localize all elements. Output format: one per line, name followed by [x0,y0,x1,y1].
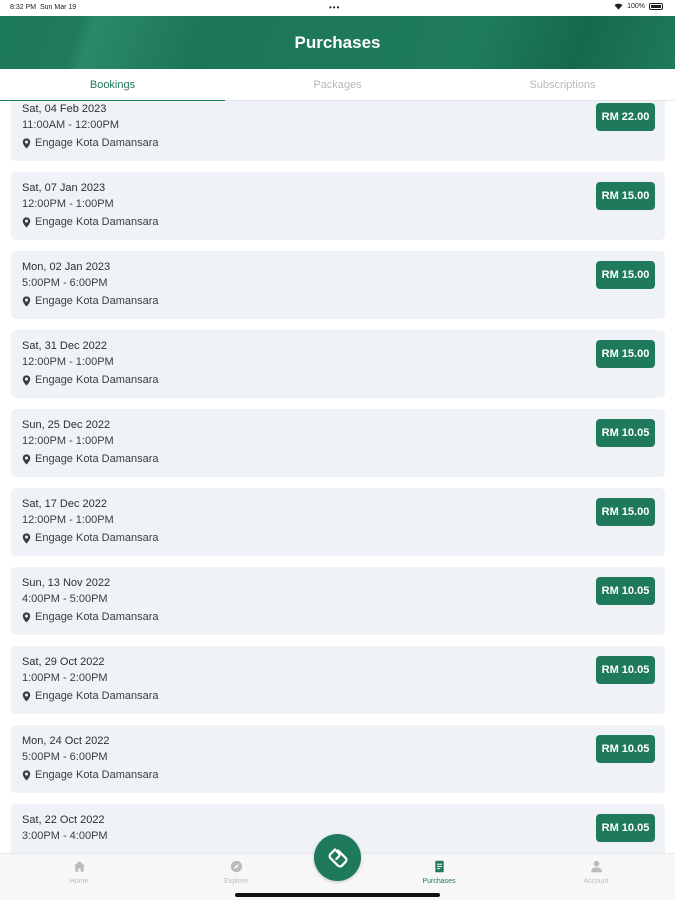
booking-venue: Engage Kota Damansara [35,216,159,228]
booking-time: 12:00PM - 1:00PM [22,198,114,210]
booking-date: Sun, 13 Nov 2022 [22,577,111,589]
location-pin-icon [22,532,31,544]
nav-label: Explore [224,878,248,885]
booking-date: Sat, 04 Feb 2023 [22,103,107,115]
booking-date: Sat, 31 Dec 2022 [22,340,108,352]
nav-label: Home [69,878,89,885]
booking-date: Sat, 17 Dec 2022 [22,498,108,510]
booking-venue-row: Engage Kota Damansara [22,690,159,702]
purchases-tabs: Bookings Packages Subscriptions [0,69,675,102]
app-header: Purchases [0,16,675,69]
page-title: Purchases [294,32,381,52]
nav-label: Account [583,878,609,885]
booking-venue-row: Engage Kota Damansara [22,295,159,307]
location-pin-icon [22,690,31,702]
booking-time: 3:00PM - 4:00PM [22,830,108,842]
booking-date: Mon, 24 Oct 2022 [22,735,110,747]
booking-card[interactable]: Sun, 25 Dec 2022 12:00PM - 1:00PM Engage… [11,409,665,477]
tab-bookings[interactable]: Bookings [0,69,225,102]
booking-date: Sat, 29 Oct 2022 [22,656,105,668]
booking-card[interactable]: Mon, 02 Jan 2023 5:00PM - 6:00PM Engage … [11,251,665,319]
nav-item-account[interactable]: Account [546,860,646,885]
nav-item-purchases[interactable]: Purchases [389,860,489,885]
booking-venue: Engage Kota Damansara [35,137,159,149]
location-pin-icon [22,769,31,781]
compass-icon [230,860,242,873]
home-indicator[interactable] [235,893,440,897]
brand-logo-icon [328,847,347,868]
booking-time: 12:00PM - 1:00PM [22,514,114,526]
nav-item-home[interactable]: Home [29,860,129,885]
booking-time: 12:00PM - 1:00PM [22,435,114,447]
booking-venue-row: Engage Kota Damansara [22,611,159,623]
price-badge: RM 10.05 [596,577,655,605]
status-bar: 8:32 PM Sun Mar 19 ••• 100% [0,0,675,16]
multitasking-dots[interactable]: ••• [329,3,340,12]
price-badge: RM 15.00 [596,182,655,210]
booking-venue: Engage Kota Damansara [35,532,159,544]
booking-venue: Engage Kota Damansara [35,690,159,702]
location-pin-icon [22,611,31,623]
price-badge: RM 10.05 [596,419,655,447]
booking-time: 5:00PM - 6:00PM [22,277,108,289]
booking-time: 5:00PM - 6:00PM [22,751,108,763]
booking-card[interactable]: Mon, 24 Oct 2022 5:00PM - 6:00PM Engage … [11,725,665,793]
booking-venue-row: Engage Kota Damansara [22,532,159,544]
booking-time: 12:00PM - 1:00PM [22,356,114,368]
booking-time: 1:00PM - 2:00PM [22,672,108,684]
nav-label: Purchases [422,878,456,885]
status-indicators: 100% [614,3,663,10]
booking-card[interactable]: Sat, 07 Jan 2023 12:00PM - 1:00PM Engage… [11,172,665,240]
booking-venue: Engage Kota Damansara [35,374,159,386]
location-pin-icon [22,295,31,307]
tab-packages[interactable]: Packages [225,69,450,101]
booking-date: Sat, 22 Oct 2022 [22,814,105,826]
location-pin-icon [22,137,31,149]
booking-venue: Engage Kota Damansara [35,295,159,307]
price-badge: RM 10.05 [596,814,655,842]
bookings-list[interactable]: Sat, 04 Feb 2023 11:00AM - 12:00PM Engag… [0,101,675,853]
receipt-icon [434,860,444,873]
location-pin-icon [22,216,31,228]
booking-venue-row: Engage Kota Damansara [22,216,159,228]
price-badge: RM 10.05 [596,656,655,684]
booking-venue-row: Engage Kota Damansara [22,453,159,465]
booking-date: Mon, 02 Jan 2023 [22,261,111,273]
nav-item-explore[interactable]: Explore [186,860,286,885]
booking-date: Sat, 07 Jan 2023 [22,182,106,194]
booking-card[interactable]: Sat, 31 Dec 2022 12:00PM - 1:00PM Engage… [11,330,665,398]
price-badge: RM 10.05 [596,735,655,763]
booking-venue-row: Engage Kota Damansara [22,374,159,386]
location-pin-icon [22,453,31,465]
booking-card[interactable]: Sat, 17 Dec 2022 12:00PM - 1:00PM Engage… [11,488,665,556]
booking-card[interactable]: Sun, 13 Nov 2022 4:00PM - 5:00PM Engage … [11,567,665,635]
booking-venue: Engage Kota Damansara [35,611,159,623]
booking-card[interactable]: Sat, 29 Oct 2022 1:00PM - 2:00PM Engage … [11,646,665,714]
battery-icon [649,3,663,10]
booking-time: 11:00AM - 12:00PM [22,119,120,131]
booking-time: 4:00PM - 5:00PM [22,593,108,605]
home-icon [73,861,85,872]
price-badge: RM 15.00 [596,498,655,526]
booking-venue: Engage Kota Damansara [35,453,159,465]
person-icon [590,860,602,873]
price-badge: RM 15.00 [596,261,655,289]
status-time: 8:32 PM Sun Mar 19 [10,4,77,11]
booking-venue-row: Engage Kota Damansara [22,769,159,781]
booking-venue: Engage Kota Damansara [35,769,159,781]
price-badge: RM 22.00 [596,103,655,131]
location-pin-icon [22,374,31,386]
tab-subscriptions[interactable]: Subscriptions [450,69,675,101]
purchases-screen: 8:32 PM Sun Mar 19 ••• 100% Purchases Bo… [0,0,675,900]
booking-venue-row: Engage Kota Damansara [22,137,159,149]
booking-date: Sun, 25 Dec 2022 [22,419,111,431]
battery-percent: 100% [627,3,645,10]
booking-card[interactable]: Sat, 04 Feb 2023 11:00AM - 12:00PM Engag… [11,101,665,161]
book-fab-button[interactable] [314,834,361,881]
price-badge: RM 15.00 [596,340,655,368]
wifi-icon [614,3,623,10]
